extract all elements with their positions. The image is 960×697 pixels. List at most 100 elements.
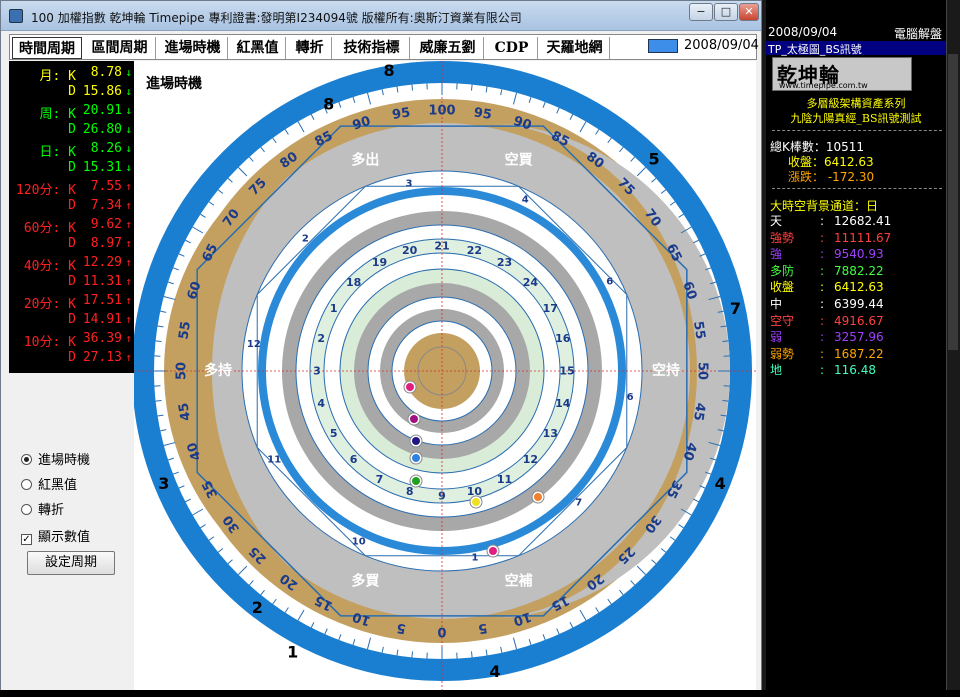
kd-value: 12.29	[82, 255, 122, 270]
scale-number: 100	[428, 104, 455, 119]
tab-heaven-earth[interactable]: 天羅地網	[540, 37, 610, 59]
level-label: 強勢	[770, 230, 795, 245]
scale-number: 95	[391, 105, 411, 123]
level-row: 弱:3257.96	[770, 328, 884, 345]
ring-digit: 7	[575, 497, 582, 508]
arrow-up-icon: ↑	[125, 332, 132, 345]
arrow-up-icon: ↑	[125, 237, 132, 250]
title-bar[interactable]: 100 加權指數 乾坤輪 Timepipe 專利證書:發明第I234094號 版…	[1, 1, 761, 31]
tab-entry-timing[interactable]: 進場時機	[158, 37, 228, 59]
kd-row: 20分: K 17.51 ↑	[9, 293, 134, 312]
kd-label: D	[68, 160, 76, 175]
arrow-down-icon: ↓	[125, 123, 132, 136]
signal-dot	[412, 437, 420, 445]
radio-dot[interactable]	[21, 479, 32, 490]
ring-digit: 3	[406, 178, 413, 189]
kd-row: D 15.31 ↓	[9, 160, 134, 178]
quadrant-label: 多出	[351, 152, 379, 169]
quadrant-label: 多買	[351, 572, 380, 589]
level-colon: :	[820, 297, 825, 311]
kd-value: 8.97	[90, 236, 122, 251]
bottom-strip	[0, 690, 960, 697]
kd-row: D 15.86 ↓	[9, 84, 134, 102]
scale-number: 50	[175, 362, 190, 380]
menu-date: 2008/09/04	[684, 38, 759, 53]
level-colon: :	[820, 363, 825, 378]
scale-tick	[411, 84, 414, 91]
ring-digit: 2	[302, 234, 309, 245]
level-value: 12682.41	[834, 214, 892, 228]
tab-cdp[interactable]: CDP	[486, 37, 538, 59]
inner-digit: 7	[376, 473, 384, 486]
kd-value: 26.80	[82, 122, 122, 137]
quadrant-label: 空持	[652, 362, 680, 379]
kd-label: D	[68, 236, 76, 251]
level-label: 地	[770, 363, 783, 378]
level-row: 空守:4916.67	[770, 312, 884, 329]
kd-label: 40分: K	[23, 259, 76, 274]
outer-number: 8	[383, 61, 394, 80]
level-value: 3257.96	[834, 330, 884, 345]
kd-value: 17.51	[82, 293, 122, 308]
arrow-up-icon: ↑	[125, 313, 132, 326]
scale-number: 55	[690, 320, 708, 340]
radio-entry-timing[interactable]: 進場時機	[21, 449, 91, 468]
level-value: 6399.44	[834, 297, 884, 311]
level-colon: :	[820, 346, 825, 361]
inner-digit: 6	[350, 453, 358, 466]
kd-value: 36.39	[82, 331, 122, 346]
kd-row: D 8.97 ↑	[9, 236, 134, 254]
inner-digit: 14	[555, 397, 571, 410]
signal-dot	[412, 477, 420, 485]
radio-turning[interactable]: 轉折	[21, 499, 64, 518]
maximize-button[interactable]: □	[714, 3, 738, 21]
level-label: 天	[770, 214, 783, 228]
tab-time-cycle[interactable]: 時間周期	[12, 37, 82, 59]
checkbox[interactable]: ✓	[21, 534, 32, 545]
level-value: 116.48	[834, 363, 876, 378]
timepipe-wheel[interactable]: 100 95 90858075706560555045403530252015105…	[134, 61, 756, 691]
radio-label: 進場時機	[38, 453, 91, 468]
level-colon: :	[820, 247, 825, 262]
inner-digit: 11	[497, 473, 512, 486]
tab-tech-indicators[interactable]: 技術指標	[334, 37, 410, 59]
minimize-button[interactable]: −	[689, 3, 713, 21]
radio-red-black[interactable]: 紅黑值	[21, 474, 77, 493]
arrow-up-icon: ↑	[125, 199, 132, 212]
scrollbar-thumb[interactable]	[948, 54, 958, 350]
tab-red-black[interactable]: 紅黑值	[230, 37, 286, 59]
signal-dot	[412, 454, 420, 462]
kd-value: 8.26	[90, 141, 122, 156]
app-icon	[9, 9, 23, 23]
inner-digit: 5	[330, 427, 338, 440]
tab-turning[interactable]: 轉折	[288, 37, 332, 59]
radio-dot[interactable]	[21, 454, 32, 465]
scale-tick	[722, 399, 729, 402]
level-row: 強勢:11111.67	[770, 229, 891, 246]
checkbox-show-values[interactable]: ✓ 顯示數值	[21, 526, 90, 545]
tab-williams[interactable]: 威廉五劉	[412, 37, 484, 59]
inner-digit: 1	[330, 302, 338, 315]
scale-tick	[155, 399, 162, 402]
level-value: 9540.93	[834, 247, 884, 262]
level-colon: :	[820, 313, 825, 328]
scale-number: 50	[695, 362, 710, 380]
radio-dot[interactable]	[21, 504, 32, 515]
close-button[interactable]: ✕	[739, 3, 759, 21]
logo-url: www.timepipe.com.tw	[779, 81, 868, 90]
main-window: 100 加權指數 乾坤輪 Timepipe 專利證書:發明第I234094號 版…	[0, 0, 762, 693]
scale-number: 55	[176, 320, 194, 340]
set-cycle-button[interactable]: 設定周期	[27, 551, 115, 575]
change-value: 漲跌： -172.30	[788, 170, 875, 184]
kd-row: 120分: K 7.55 ↑	[9, 179, 134, 198]
ring-digit: 10	[352, 536, 366, 547]
kd-row: D 11.31 ↑	[9, 274, 134, 292]
kd-value: 27.13	[82, 350, 122, 365]
wheel-chart-area[interactable]: 進場時機 100 95 90 85 80 75 70 65 60 55 50 45 40 35 30 25 20…	[134, 61, 756, 691]
level-value: 6412.63	[834, 280, 884, 295]
inner-digit: 19	[372, 256, 387, 269]
ring-digit: 11	[267, 455, 281, 466]
tab-range-cycle[interactable]: 區間周期	[84, 37, 156, 59]
ring-digit: 6	[606, 276, 613, 287]
inner-digit: 20	[402, 244, 418, 257]
